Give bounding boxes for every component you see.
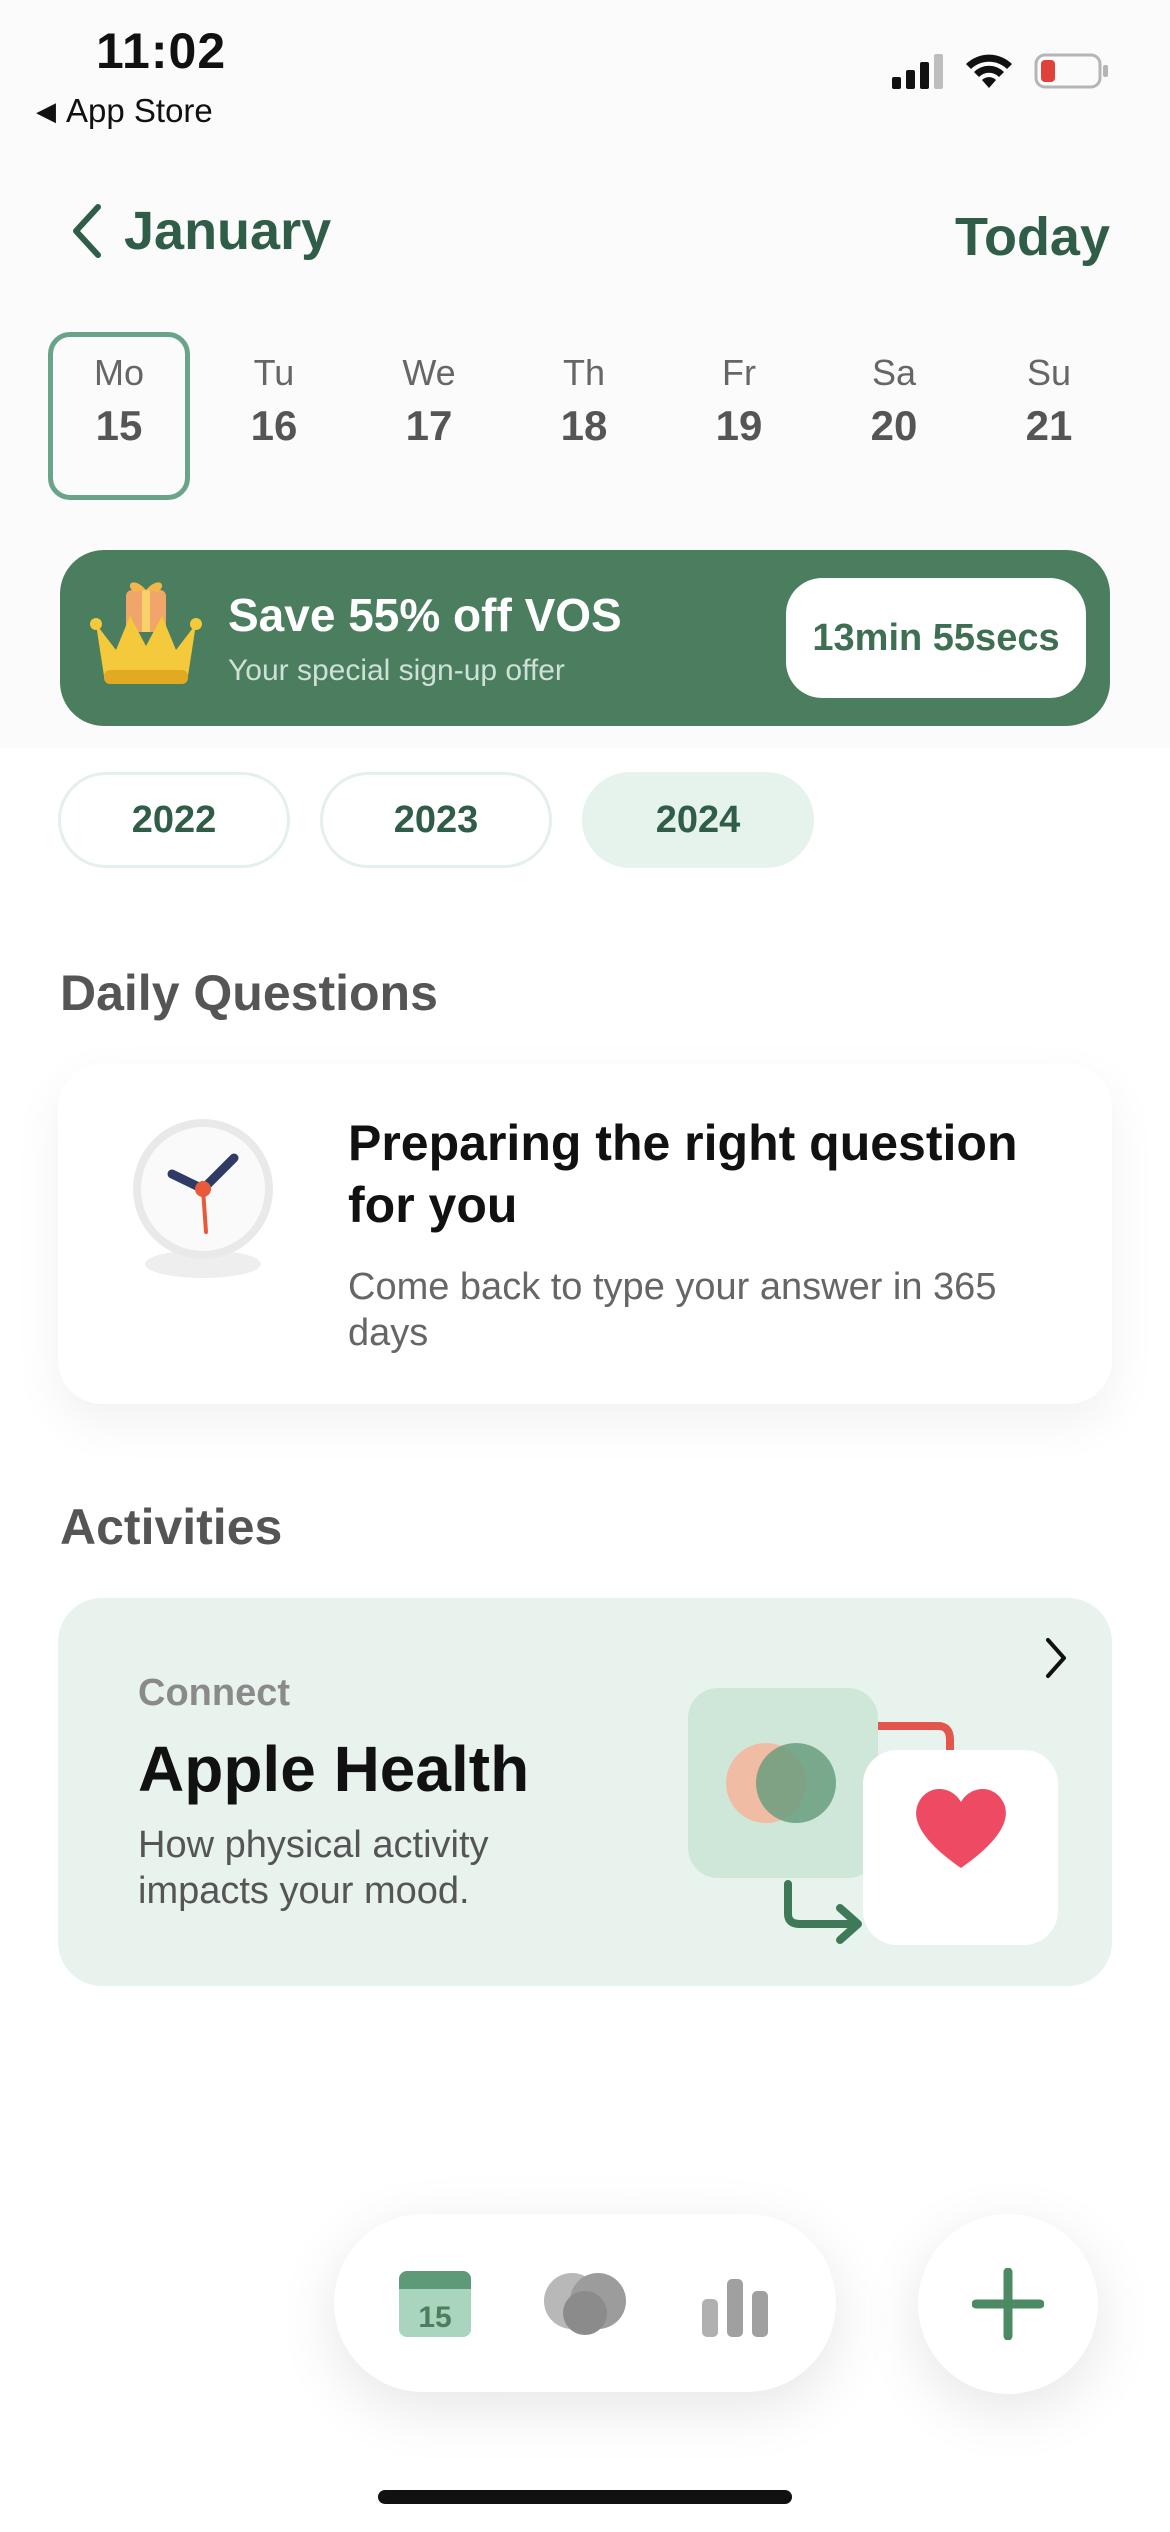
day-number: 17 — [405, 402, 453, 449]
offer-banner[interactable]: Save 55% off VOS Your special sign-up of… — [60, 550, 1110, 726]
back-to-app-store[interactable]: ◀ App Store — [36, 92, 213, 130]
back-triangle-icon: ◀ — [36, 95, 56, 126]
day-tu[interactable]: Tu 16 — [203, 332, 345, 500]
calendar-day-number: 15 — [418, 2301, 451, 2334]
day-number: 19 — [715, 402, 763, 449]
day-name: We — [402, 352, 456, 393]
home-indicator — [378, 2490, 792, 2504]
question-title: Preparing the right question for you — [348, 1115, 1018, 1233]
health-sync-illustration — [688, 1688, 1058, 1945]
apple-health-card[interactable]: Connect Apple Health How physical activi… — [58, 1598, 1112, 1986]
day-number: 20 — [870, 402, 918, 449]
crown-gift-icon — [90, 582, 202, 684]
day-sa[interactable]: Sa 20 — [823, 332, 965, 500]
year-pill-2023[interactable]: 2023 — [320, 772, 552, 868]
battery-low-icon — [1034, 53, 1108, 89]
week-strip: Mo 15 Tu 16 We 17 Th 18 Fr 19 Sa 20 Su 2… — [48, 332, 1128, 500]
tab-calendar[interactable]: 15 — [390, 2264, 480, 2344]
month-back-button[interactable]: January — [70, 200, 331, 262]
day-name: Sa — [871, 352, 917, 393]
stats-bars-icon — [702, 2279, 768, 2337]
day-name: Su — [1026, 352, 1072, 393]
cellular-signal-icon — [892, 54, 943, 89]
status-icons — [892, 52, 1110, 90]
day-su[interactable]: Su 21 — [978, 332, 1120, 500]
question-subtitle: Come back to type your answer in 365 day… — [348, 1266, 997, 1354]
day-name: Fr — [722, 352, 756, 393]
apple-health-title: Apple Health — [138, 1733, 530, 1805]
day-number: 16 — [250, 402, 298, 449]
activities-heading: Activities — [60, 1499, 283, 1555]
day-name: Mo — [93, 352, 144, 393]
offer-timer[interactable]: 13min 55secs — [786, 578, 1086, 698]
day-name: Th — [562, 352, 605, 393]
offer-subtitle: Your special sign-up offer — [228, 654, 565, 687]
calendar-icon: 15 — [399, 2271, 471, 2337]
status-bar: 11:02 ◀ App Store — [0, 0, 1170, 140]
chevron-right-icon — [1046, 1638, 1066, 1678]
clock-icon — [133, 1119, 273, 1278]
day-fr[interactable]: Fr 19 — [668, 332, 810, 500]
tab-stats[interactable] — [690, 2264, 780, 2344]
year-pill-2024[interactable]: 2024 — [582, 772, 814, 868]
calendar-header: January Today — [0, 190, 1170, 290]
add-entry-button[interactable] — [918, 2214, 1098, 2394]
day-th[interactable]: Th 18 — [513, 332, 655, 500]
today-button[interactable]: Today — [955, 206, 1110, 268]
day-number: 18 — [560, 402, 608, 449]
day-name: Tu — [253, 352, 295, 393]
tab-mood[interactable] — [540, 2264, 630, 2344]
daily-question-card[interactable]: Preparing the right question for you Com… — [58, 1064, 1112, 1404]
status-time: 11:02 — [96, 23, 227, 79]
chevron-left-icon — [73, 204, 101, 258]
day-mo[interactable]: Mo 15 — [48, 332, 190, 500]
bottom-tab-bar: 15 — [334, 2214, 836, 2392]
wifi-icon — [966, 54, 1012, 88]
day-number: 15 — [95, 402, 143, 449]
month-label: January — [124, 201, 332, 261]
year-filter: 2022 2023 2024 — [58, 772, 814, 868]
day-we[interactable]: We 17 — [358, 332, 500, 500]
day-number: 21 — [1025, 402, 1073, 449]
back-app-label: App Store — [66, 92, 213, 129]
connect-label: Connect — [138, 1672, 290, 1714]
mood-hearts-icon — [544, 2273, 626, 2335]
plus-icon — [972, 2268, 1044, 2340]
offer-title: Save 55% off VOS — [228, 589, 622, 641]
apple-health-subtitle: How physical activity impacts your mood. — [138, 1824, 489, 1912]
daily-questions-heading: Daily Questions — [60, 965, 438, 1021]
year-pill-2022[interactable]: 2022 — [58, 772, 290, 868]
